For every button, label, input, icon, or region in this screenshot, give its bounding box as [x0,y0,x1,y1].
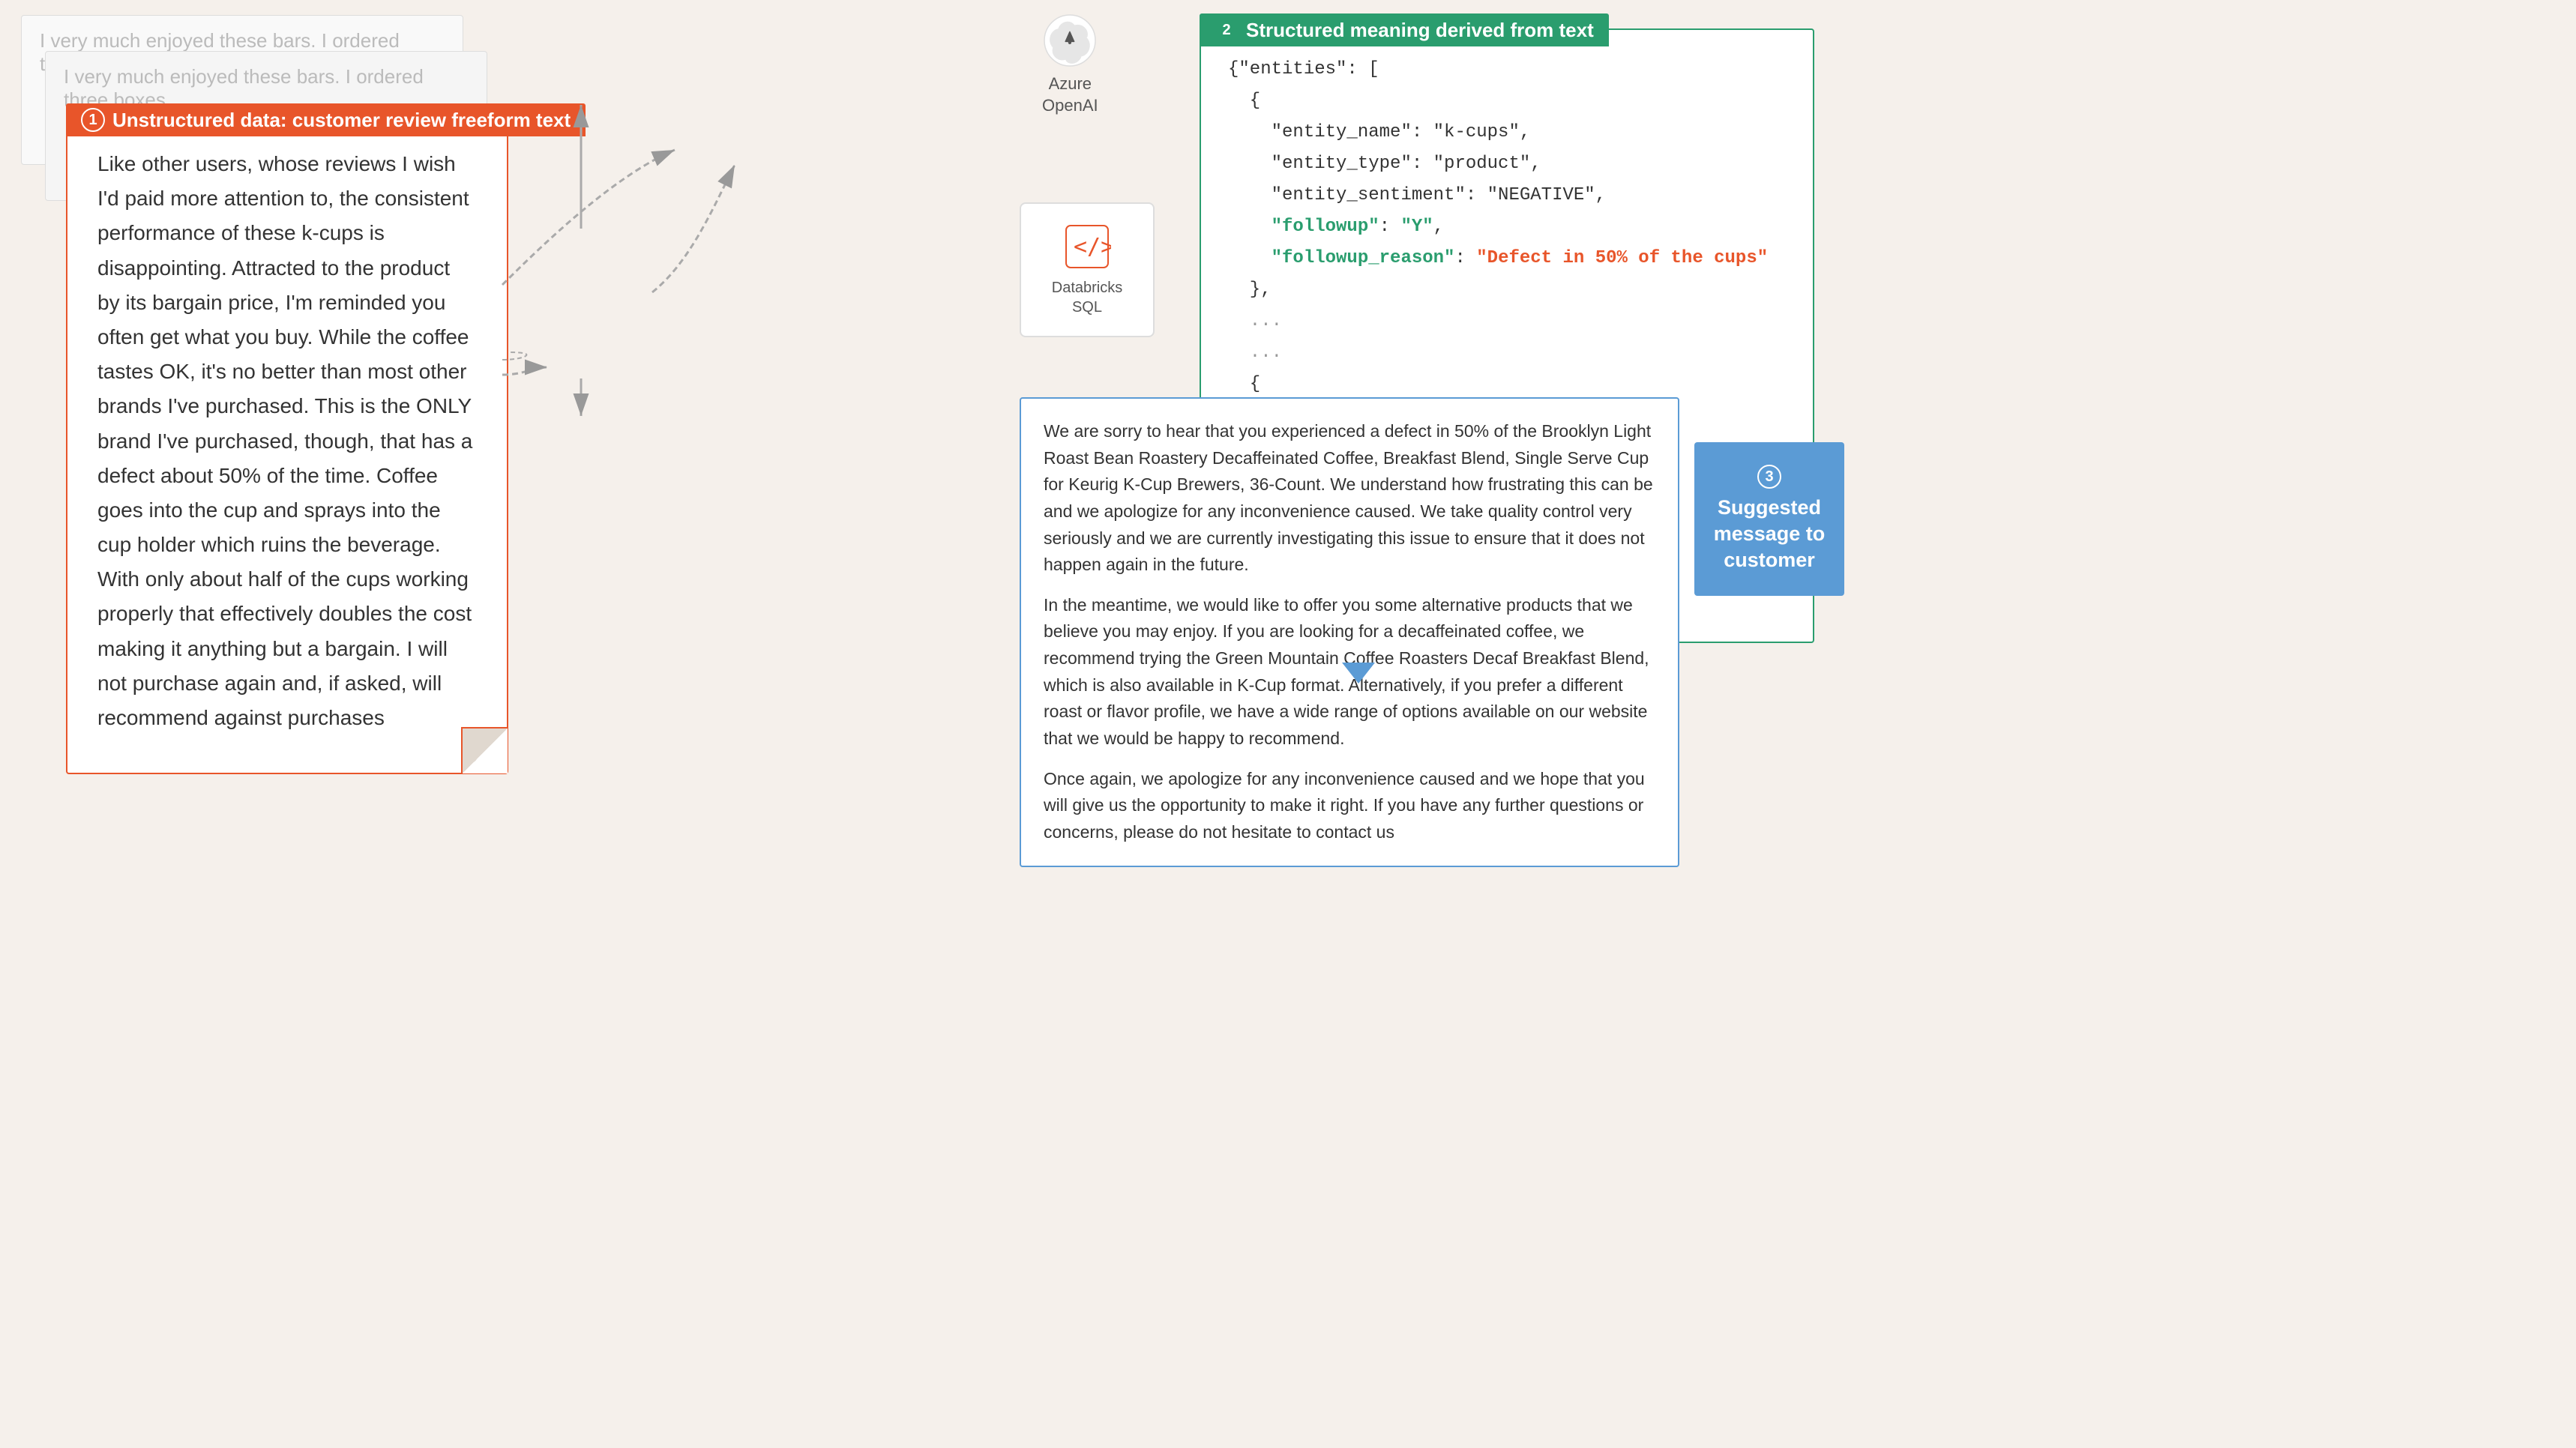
review-card: 1 Unstructured data: customer review fre… [66,118,508,774]
databricks-box: </> DatabricksSQL [1020,202,1155,337]
suggested-message-title: Suggested message to customer [1709,495,1829,573]
json-line-1: {"entities": [ [1228,54,1786,85]
json-line-6: "followup": "Y", [1228,211,1786,243]
badge-2: 2 [1215,18,1239,42]
svg-text:</>: </> [1074,234,1111,260]
databricks-icon: </> [1063,223,1111,271]
suggested-message-label: 3 Suggested message to customer [1694,442,1844,596]
message-card-body: We are sorry to hear that you experience… [1021,399,1678,866]
json-line-3: "entity_name": "k-cups", [1228,117,1786,148]
message-card: We are sorry to hear that you experience… [1020,397,1679,867]
json-line-9: { [1228,369,1786,400]
azure-openai-logo [1043,13,1097,67]
json-ellipsis-1: ... [1228,306,1786,337]
structured-card-label: 2 Structured meaning derived from text [1200,13,1609,46]
review-card-body: Like other users, whose reviews I wish I… [67,120,507,773]
azure-openai-label: AzureOpenAI [1042,73,1098,116]
json-line-4: "entity_type": "product", [1228,148,1786,180]
message-paragraph-3: Once again, we apologize for any inconve… [1044,766,1655,846]
json-line-8: }, [1228,274,1786,306]
message-paragraph-1: We are sorry to hear that you experience… [1044,418,1655,579]
azure-openai-container: AzureOpenAI [1042,13,1098,116]
review-card-label: 1 Unstructured data: customer review fre… [66,103,586,136]
bg-text-line2: I very much enjoyed these bars. I ordere… [46,52,487,112]
json-line-5: "entity_sentiment": "NEGATIVE", [1228,180,1786,211]
structured-card-title: Structured meaning derived from text [1246,19,1594,42]
badge-3: 3 [1757,465,1781,489]
databricks-label: DatabricksSQL [1052,278,1122,317]
json-line-2: { [1228,85,1786,117]
badge-1: 1 [81,108,105,132]
json-ellipsis-2: ... [1228,337,1786,369]
json-line-7: "followup_reason": "Defect in 50% of the… [1228,243,1786,274]
review-card-title: Unstructured data: customer review freef… [112,109,571,132]
message-down-arrow [1342,663,1375,684]
